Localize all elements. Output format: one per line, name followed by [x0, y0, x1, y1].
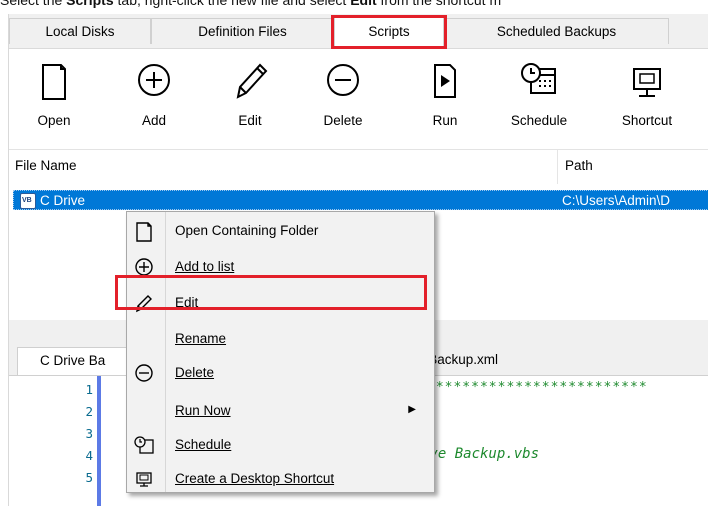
menu-item-create-desktop-shortcut[interactable]: Create a Desktop Shortcut	[127, 464, 434, 496]
pencil-icon	[236, 63, 268, 99]
edit-item-highlight	[115, 275, 427, 310]
schedule-button[interactable]: Schedule	[497, 55, 581, 145]
context-menu: Open Containing Folder Add to list Edit …	[126, 211, 435, 493]
monitor-icon	[131, 469, 157, 491]
gutter-bar	[97, 376, 101, 506]
add-button[interactable]: Add	[129, 55, 179, 145]
instruction-caption: Select the Scripts tab, right-click the …	[0, 0, 502, 8]
open-file-icon	[42, 64, 66, 100]
submenu-arrow-icon: ▶	[408, 404, 416, 415]
tab-definition-files[interactable]: Definition Files	[151, 18, 334, 44]
calendar-clock-icon	[521, 63, 556, 94]
menu-item-rename[interactable]: Rename	[127, 324, 434, 356]
menu-item-delete[interactable]: Delete	[127, 358, 434, 390]
line-number: 3	[85, 426, 93, 441]
run-script-icon	[434, 64, 456, 98]
edit-button[interactable]: Edit	[225, 55, 275, 145]
calendar-clock-icon	[131, 435, 157, 457]
vbs-file-icon: VB	[20, 193, 36, 209]
line-number: 5	[85, 470, 93, 485]
open-button[interactable]: Open	[29, 55, 79, 145]
file-name-cell: C Drive	[40, 193, 86, 208]
monitor-icon	[633, 68, 661, 97]
code-line-4: ive Backup.vbs	[421, 446, 540, 462]
tab-local-disks[interactable]: Local Disks	[9, 18, 151, 44]
table-row[interactable]: VB C Drive C:\Users\Admin\D	[13, 190, 708, 210]
menu-item-open-containing-folder[interactable]: Open Containing Folder	[127, 216, 434, 248]
minus-circle-icon	[131, 363, 157, 385]
shortcut-button[interactable]: Shortcut	[607, 55, 687, 145]
code-line-1: *************************	[427, 380, 648, 395]
tab-scheduled-backups[interactable]: Scheduled Backups	[444, 18, 669, 44]
file-path-cell: C:\Users\Admin\D	[562, 193, 671, 208]
tab-scripts[interactable]: Scripts	[334, 16, 444, 48]
app-window: Local Disks Definition Files Scripts Sch…	[8, 14, 708, 506]
plus-circle-icon	[138, 64, 170, 96]
line-number: 4	[85, 448, 93, 463]
line-number: 2	[85, 404, 93, 419]
open-file-icon	[131, 221, 157, 243]
run-button[interactable]: Run	[425, 55, 465, 145]
main-tabs: Local Disks Definition Files Scripts Sch…	[9, 14, 708, 49]
column-header-path[interactable]: Path	[565, 158, 593, 173]
toolbar: Open Add Edit Delete Run Schedule Shortc…	[9, 49, 708, 150]
line-number: 1	[85, 382, 93, 397]
delete-button[interactable]: Delete	[313, 55, 373, 145]
column-divider[interactable]	[557, 150, 558, 184]
menu-item-schedule[interactable]: Schedule	[127, 430, 434, 462]
menu-item-run-now[interactable]: Run Now ▶	[127, 396, 434, 428]
column-header-file-name[interactable]: File Name	[15, 158, 77, 173]
minus-circle-icon	[327, 64, 359, 96]
